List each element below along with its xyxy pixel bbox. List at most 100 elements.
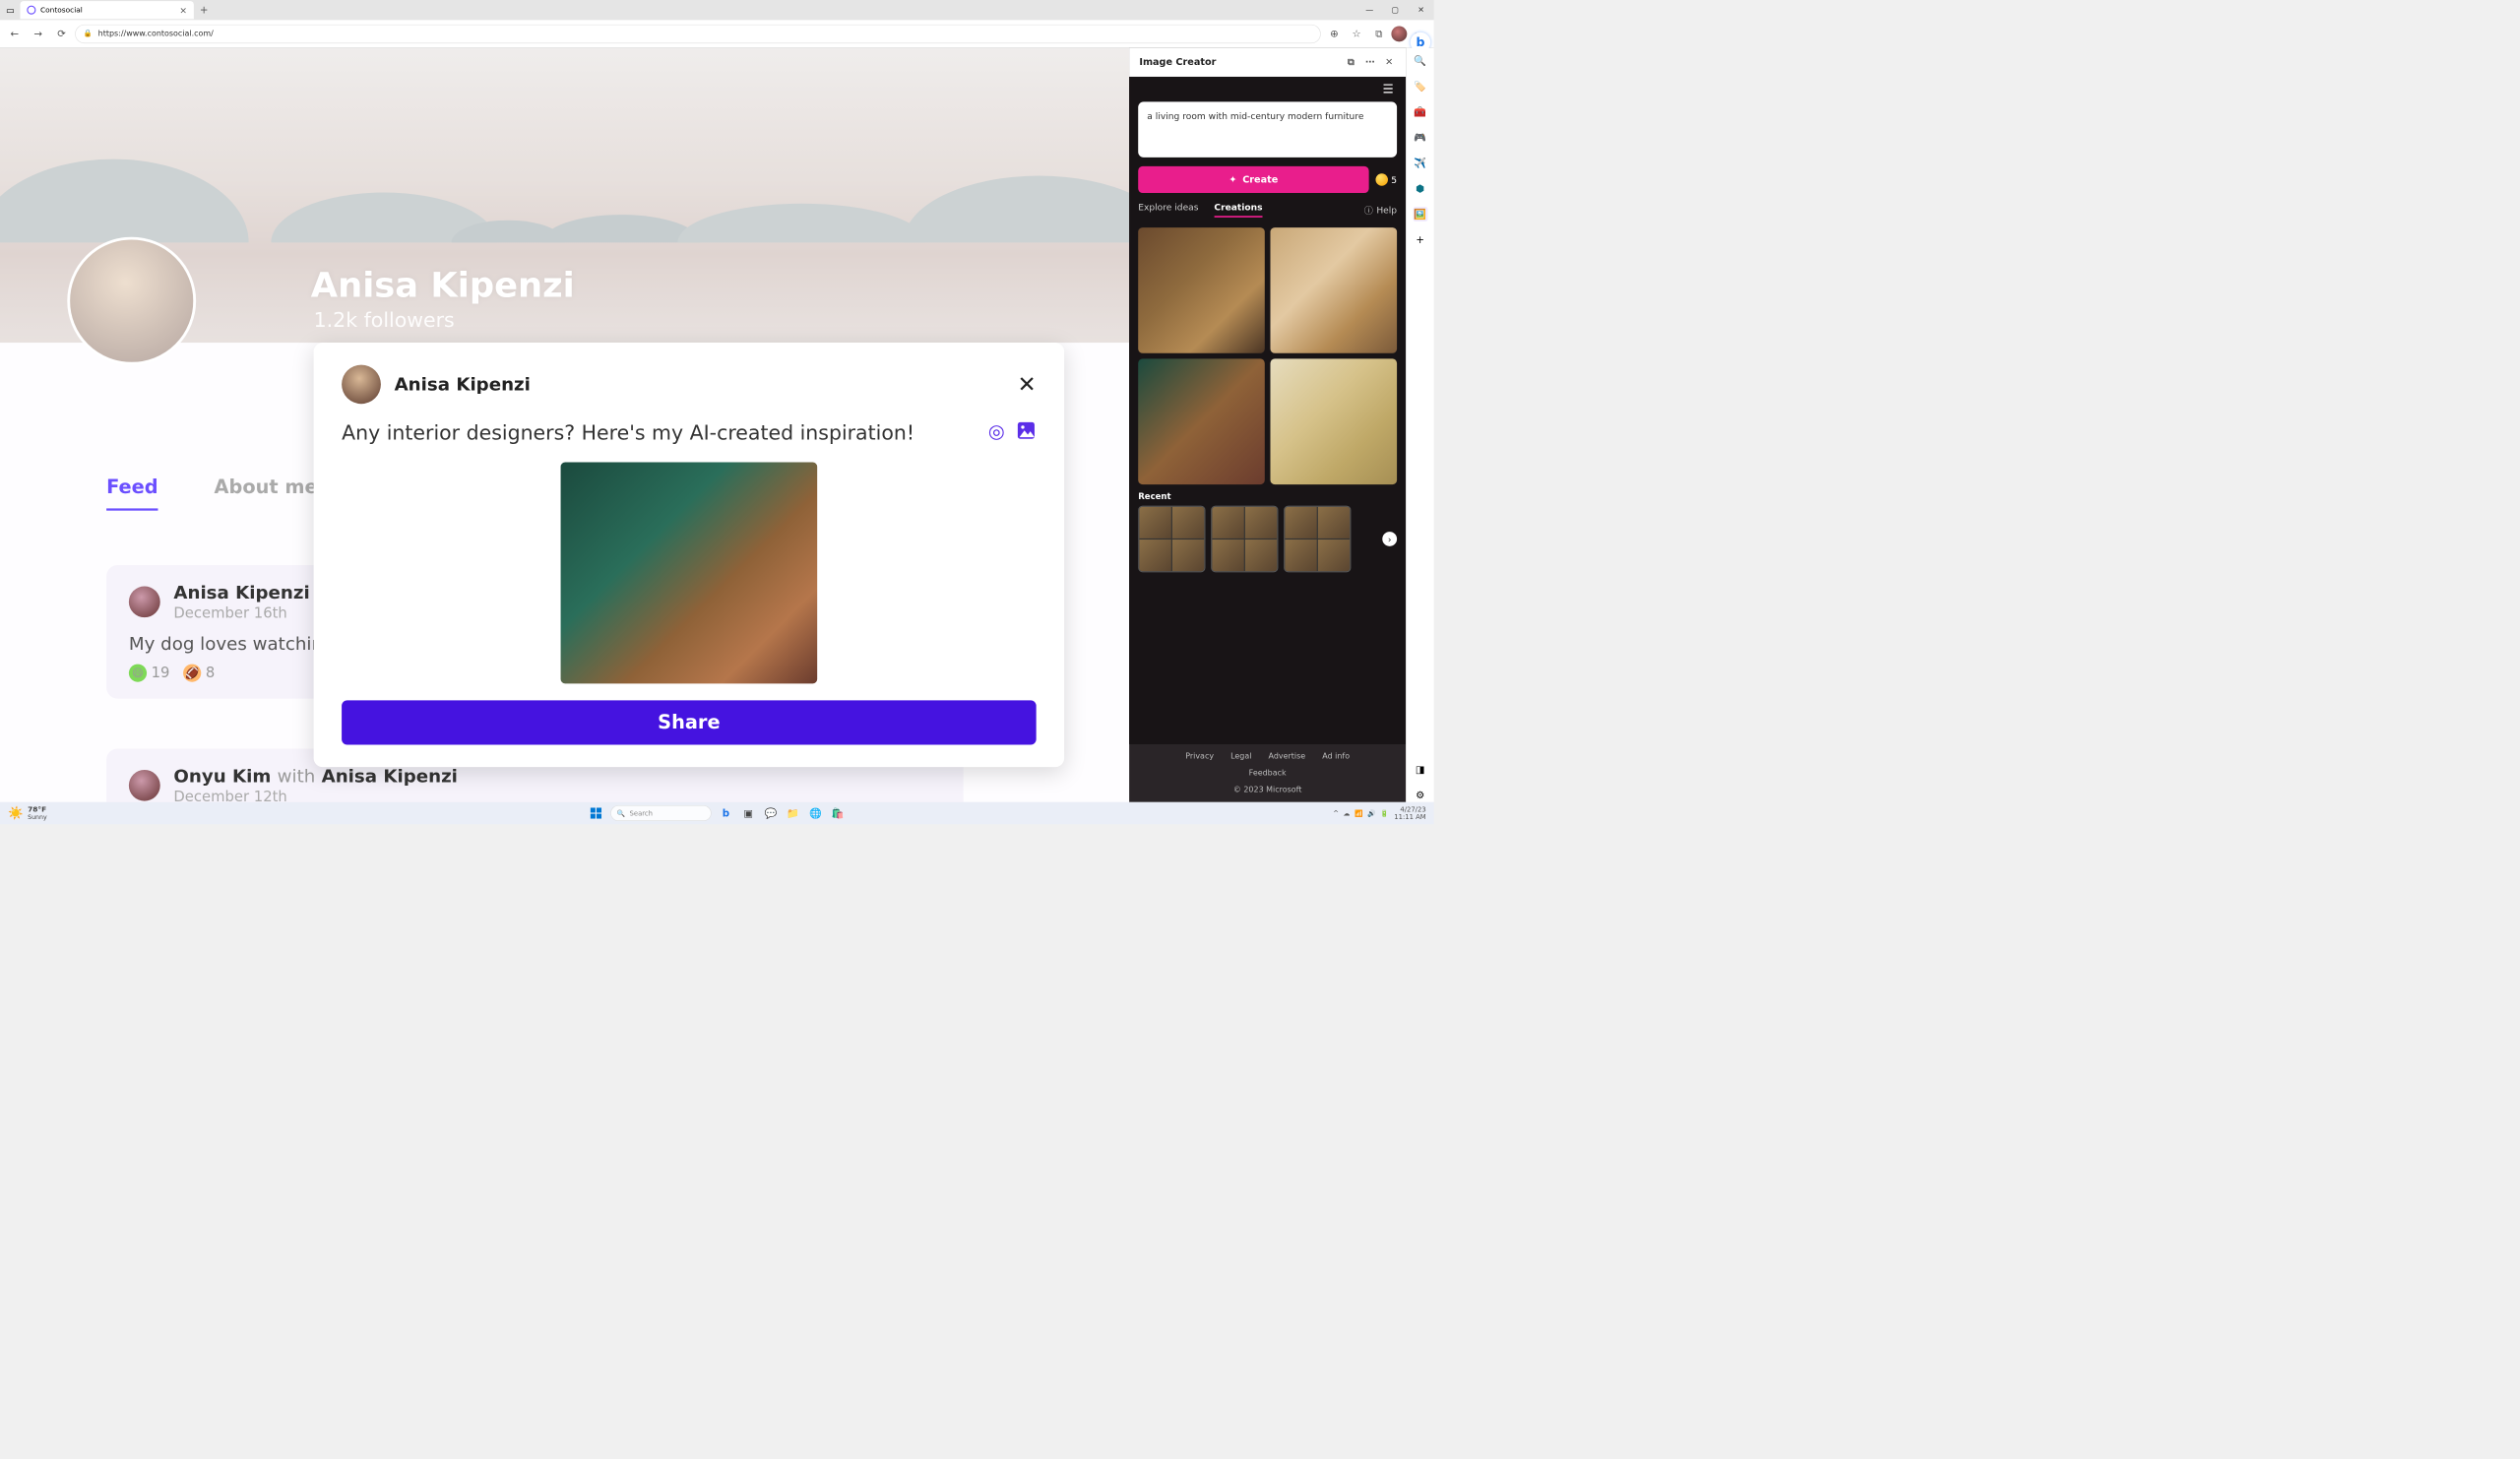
- profile-avatar-icon[interactable]: [1391, 26, 1407, 41]
- image-creator-sidebar-icon[interactable]: 🖼️: [1413, 207, 1427, 222]
- task-view-icon[interactable]: ▣: [740, 805, 756, 821]
- post-date: December 16th: [173, 605, 309, 622]
- help-link[interactable]: ⓘHelp: [1364, 202, 1397, 218]
- close-window-button[interactable]: ✕: [1408, 0, 1433, 20]
- reaction-count: 8: [206, 665, 215, 681]
- reaction-football-icon[interactable]: 🏈: [183, 665, 201, 682]
- tab-explore-ideas[interactable]: Explore ideas: [1138, 202, 1198, 218]
- image-creator-panel: Image Creator ⧉ ⋯ ✕ ☰ a living room with…: [1129, 48, 1406, 802]
- add-sidebar-icon[interactable]: +: [1413, 232, 1427, 247]
- shopping-icon[interactable]: 🏷️: [1413, 79, 1427, 94]
- post-author[interactable]: Anisa Kipenzi: [173, 582, 309, 603]
- back-button[interactable]: ←: [5, 24, 25, 43]
- post-date: December 12th: [173, 789, 458, 802]
- footer-link-adinfo[interactable]: Ad info: [1322, 752, 1350, 761]
- page-content: Anisa Kipenzi 1.2k followers Feed About …: [0, 48, 1129, 802]
- edge-icon[interactable]: 🌐: [807, 805, 823, 821]
- favicon-icon: [27, 6, 35, 15]
- tab-creations[interactable]: Creations: [1214, 202, 1262, 218]
- recent-next-button[interactable]: ›: [1382, 532, 1397, 546]
- store-icon[interactable]: 🛍️: [830, 805, 846, 821]
- vertical-tabs-icon[interactable]: ▭: [2, 2, 18, 18]
- footer-link-privacy[interactable]: Privacy: [1185, 752, 1214, 761]
- sidebar-toggle-icon[interactable]: ◨: [1413, 762, 1427, 777]
- search-icon: 🔍: [616, 809, 625, 817]
- footer-feedback[interactable]: Feedback: [1249, 769, 1287, 778]
- panel-title: Image Creator: [1139, 57, 1216, 68]
- browser-tab[interactable]: Contosocial ×: [20, 1, 193, 19]
- wifi-icon[interactable]: 📶: [1354, 809, 1363, 817]
- volume-icon[interactable]: 🔊: [1367, 809, 1376, 817]
- tab-title: Contosocial: [40, 6, 175, 14]
- start-button[interactable]: [588, 805, 603, 821]
- prompt-input[interactable]: a living room with mid-century modern fu…: [1138, 101, 1397, 158]
- url-text: https://www.contosocial.com/: [98, 30, 214, 38]
- footer-link-legal[interactable]: Legal: [1230, 752, 1251, 761]
- recent-creation-1[interactable]: [1138, 506, 1205, 573]
- recent-creation-2[interactable]: [1211, 506, 1278, 573]
- cloud-icon[interactable]: ☁: [1344, 809, 1351, 817]
- refresh-button[interactable]: ⟳: [51, 24, 71, 43]
- tab-feed[interactable]: Feed: [106, 476, 158, 511]
- search-icon[interactable]: 🔍: [1413, 53, 1427, 68]
- m365-icon[interactable]: ⬢: [1413, 181, 1427, 196]
- compose-user: Anisa Kipenzi: [395, 374, 531, 395]
- chat-icon[interactable]: 💬: [763, 805, 779, 821]
- generated-image-1[interactable]: [1138, 227, 1265, 353]
- edge-sidebar: 🔍 🏷️ 🧰 🎮 ✈️ ⬢ 🖼️ + ◨ ⚙: [1406, 48, 1433, 802]
- panel-header: Image Creator ⧉ ⋯ ✕: [1129, 48, 1406, 77]
- close-modal-button[interactable]: ✕: [1018, 371, 1037, 397]
- close-tab-icon[interactable]: ×: [179, 5, 187, 16]
- minimize-button[interactable]: —: [1356, 0, 1382, 20]
- explorer-icon[interactable]: 📁: [786, 805, 801, 821]
- bing-taskbar-icon[interactable]: b: [718, 805, 733, 821]
- recent-label: Recent: [1138, 491, 1397, 501]
- compose-modal: Anisa Kipenzi ✕ Any interior designers? …: [314, 343, 1064, 767]
- attached-image[interactable]: [561, 463, 818, 684]
- post-author[interactable]: Onyu Kim with Anisa Kipenzi: [173, 765, 458, 786]
- footer-link-advertise[interactable]: Advertise: [1269, 752, 1306, 761]
- footer-copyright: © 2023 Microsoft: [1233, 786, 1302, 794]
- settings-icon[interactable]: ⚙: [1413, 788, 1427, 802]
- coin-icon: [1375, 173, 1388, 185]
- token-count: 5: [1375, 173, 1397, 185]
- weather-widget[interactable]: ☀️ 78°F Sunny: [8, 805, 47, 821]
- tab-about[interactable]: About me: [215, 476, 318, 511]
- forward-button[interactable]: →: [28, 24, 47, 43]
- taskbar: ☀️ 78°F Sunny 🔍Search b ▣ 💬 📁 🌐 🛍️ ^ ☁ 📶…: [0, 802, 1434, 825]
- compose-avatar: [342, 365, 381, 405]
- collections-icon[interactable]: ⧉: [1369, 24, 1389, 43]
- weather-cond: Sunny: [28, 814, 47, 821]
- new-tab-button[interactable]: +: [196, 2, 212, 18]
- maximize-button[interactable]: ▢: [1382, 0, 1408, 20]
- clock[interactable]: 4/27/23 11:11 AM: [1394, 805, 1425, 821]
- recent-creation-3[interactable]: [1284, 506, 1351, 573]
- compose-text[interactable]: Any interior designers? Here's my AI-cre…: [342, 421, 914, 444]
- panel-close-icon[interactable]: ✕: [1382, 56, 1396, 70]
- address-bar[interactable]: 🔒 https://www.contosocial.com/: [75, 25, 1320, 43]
- create-button[interactable]: ✦ Create: [1138, 166, 1368, 193]
- image-icon[interactable]: [1016, 420, 1036, 445]
- generated-image-2[interactable]: [1270, 227, 1397, 353]
- detach-icon[interactable]: ⧉: [1345, 56, 1358, 70]
- chevron-up-icon[interactable]: ^: [1333, 809, 1339, 817]
- help-icon: ⓘ: [1364, 203, 1373, 217]
- tools-icon[interactable]: 🧰: [1413, 104, 1427, 119]
- generated-image-3[interactable]: [1138, 358, 1265, 484]
- games-icon[interactable]: 🎮: [1413, 130, 1427, 145]
- taskbar-search[interactable]: 🔍Search: [610, 805, 711, 821]
- battery-icon[interactable]: 🔋: [1380, 809, 1389, 817]
- share-button[interactable]: Share: [342, 700, 1037, 744]
- send-icon[interactable]: ✈️: [1413, 156, 1427, 170]
- post-avatar[interactable]: [129, 587, 160, 618]
- reaction-count: 19: [152, 665, 170, 681]
- weather-temp: 78°F: [28, 805, 47, 813]
- reaction-laugh-icon[interactable]: 😄: [129, 665, 147, 682]
- generated-image-4[interactable]: [1270, 358, 1397, 484]
- broadcast-icon[interactable]: ◎: [988, 420, 1005, 445]
- panel-more-icon[interactable]: ⋯: [1363, 56, 1377, 70]
- favorites-icon[interactable]: ☆: [1347, 24, 1366, 43]
- post-avatar[interactable]: [129, 770, 160, 801]
- read-aloud-icon[interactable]: ⊕: [1324, 24, 1344, 43]
- hamburger-icon[interactable]: ☰: [1382, 83, 1393, 96]
